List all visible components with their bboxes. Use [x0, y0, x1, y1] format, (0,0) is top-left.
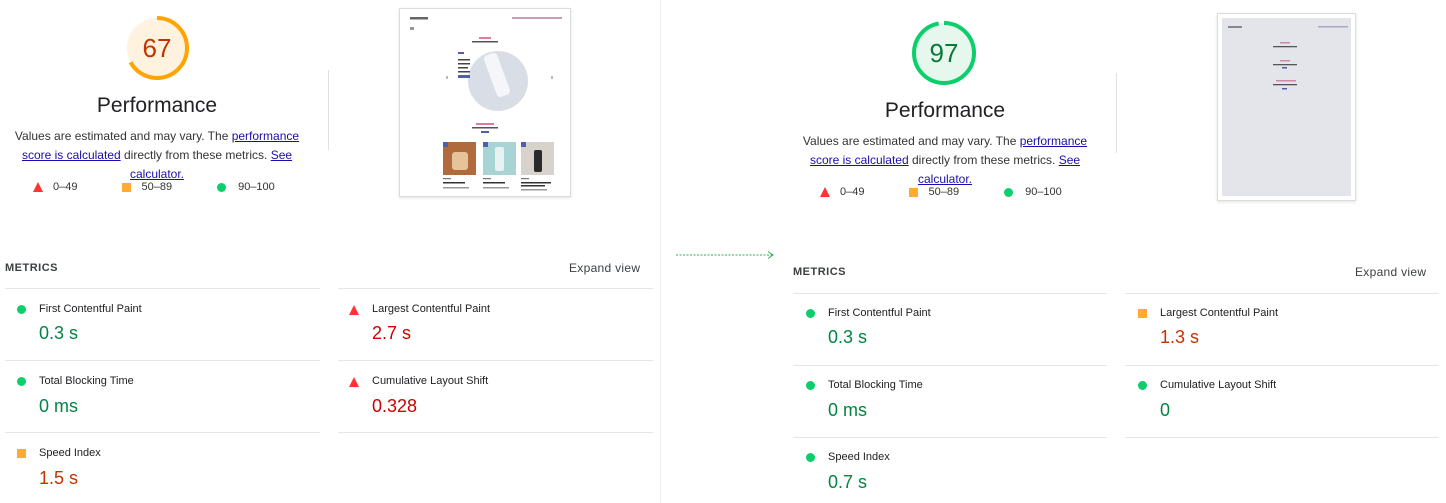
expand-view-button[interactable]: Expand view — [569, 261, 640, 275]
legend-average-label: 50–89 — [141, 181, 173, 193]
circle-icon — [1004, 187, 1014, 197]
legend-average-label: 50–89 — [928, 186, 960, 198]
metric-tbt-value: 0 ms — [828, 400, 868, 420]
metric-row-divider — [793, 365, 1107, 366]
page-screenshot-thumbnail[interactable] — [1217, 13, 1356, 201]
average-square-icon — [17, 449, 26, 458]
legend-fail-label: 0–49 — [840, 186, 865, 198]
metric-row-divider — [338, 360, 653, 361]
metric-tbt-label: Total Blocking Time — [828, 379, 923, 391]
performance-title: Performance — [884, 99, 1006, 122]
metric-row-divider — [1125, 437, 1439, 438]
divider — [1116, 73, 1117, 153]
performance-score-gauge: 67 — [124, 15, 190, 81]
metric-si-label: Speed Index — [39, 447, 101, 459]
circle-icon — [217, 182, 227, 192]
fail-triangle-icon — [349, 377, 359, 387]
score-description: Values are estimated and may vary. The p… — [7, 127, 307, 184]
metric-row-divider — [793, 437, 1107, 438]
metric-lcp-label: Largest Contentful Paint — [372, 303, 491, 315]
score-description: Values are estimated and may vary. The p… — [795, 132, 1095, 189]
legend-fail: 0–49 — [33, 181, 77, 193]
metrics-divider — [338, 288, 653, 289]
score-value: 67 — [142, 33, 172, 63]
metrics-divider — [1125, 293, 1439, 294]
performance-title: Performance — [96, 94, 218, 117]
metrics-header: METRICS — [793, 266, 846, 278]
divider — [328, 70, 329, 150]
legend-pass: 90–100 — [1004, 186, 1062, 198]
expand-view-button[interactable]: Expand view — [1355, 265, 1426, 279]
fail-triangle-icon — [349, 305, 359, 315]
right-report-panel: 97 Performance Values are estimated and … — [786, 0, 1446, 503]
legend-fail-label: 0–49 — [53, 181, 78, 193]
description-text: Values are estimated and may vary. The — [802, 134, 1020, 148]
pass-circle-icon — [806, 309, 815, 318]
metric-tbt-label: Total Blocking Time — [39, 375, 134, 387]
description-text: Values are estimated and may vary. The — [14, 129, 232, 143]
metric-lcp-value: 2.7 s — [372, 323, 412, 343]
description-text-2: directly from these metrics. — [120, 148, 271, 162]
legend-pass-label: 90–100 — [1025, 186, 1062, 198]
metric-cls-value: 0.328 — [372, 396, 418, 416]
metric-si-label: Speed Index — [828, 451, 890, 463]
screenshot-image — [400, 9, 570, 196]
legend-pass: 90–100 — [217, 181, 275, 193]
pass-circle-icon — [17, 305, 26, 314]
square-icon — [122, 182, 132, 192]
metrics-divider — [5, 288, 320, 289]
metric-cls-value: 0 — [1160, 400, 1171, 420]
score-legend: 0–49 50–89 90–100 — [820, 186, 1062, 198]
metric-fcp-label: First Contentful Paint — [828, 307, 931, 319]
legend-average: 50–89 — [122, 181, 172, 193]
pass-circle-icon — [17, 377, 26, 386]
metric-row-divider — [338, 432, 653, 433]
triangle-icon — [820, 187, 830, 197]
score-legend: 0–49 50–89 90–100 — [33, 181, 275, 193]
metric-fcp-value: 0.3 s — [39, 323, 79, 343]
screenshot-image — [1218, 14, 1355, 200]
metric-si-value: 0.7 s — [828, 472, 868, 492]
metric-cls-label: Cumulative Layout Shift — [372, 375, 489, 387]
metric-fcp-value: 0.3 s — [828, 327, 868, 347]
metric-cls-label: Cumulative Layout Shift — [1160, 379, 1277, 391]
page-screenshot-thumbnail[interactable] — [399, 8, 571, 197]
description-text-2: directly from these metrics. — [908, 153, 1059, 167]
metric-lcp-label: Largest Contentful Paint — [1160, 307, 1279, 319]
performance-score-gauge: 97 — [911, 20, 977, 86]
left-report-panel: 67 Performance Values are estimated and … — [0, 0, 660, 503]
arrow-right-icon — [676, 251, 774, 259]
triangle-icon — [33, 182, 43, 192]
metric-row-divider — [5, 432, 320, 433]
metric-lcp-value: 1.3 s — [1160, 327, 1200, 347]
square-icon — [909, 187, 919, 197]
legend-pass-label: 90–100 — [238, 181, 275, 193]
average-square-icon — [1138, 309, 1147, 318]
legend-average: 50–89 — [909, 186, 959, 198]
metric-row-divider — [5, 360, 320, 361]
metrics-header: METRICS — [5, 262, 58, 274]
pass-circle-icon — [806, 381, 815, 390]
pass-circle-icon — [806, 453, 815, 462]
metric-row-divider — [1125, 365, 1439, 366]
metric-tbt-value: 0 ms — [39, 396, 79, 416]
pass-circle-icon — [1138, 381, 1147, 390]
legend-fail: 0–49 — [820, 186, 864, 198]
metric-fcp-label: First Contentful Paint — [39, 303, 142, 315]
metrics-divider — [793, 293, 1107, 294]
metric-si-value: 1.5 s — [39, 468, 79, 488]
score-value: 97 — [929, 38, 959, 68]
panel-separator — [660, 0, 661, 503]
